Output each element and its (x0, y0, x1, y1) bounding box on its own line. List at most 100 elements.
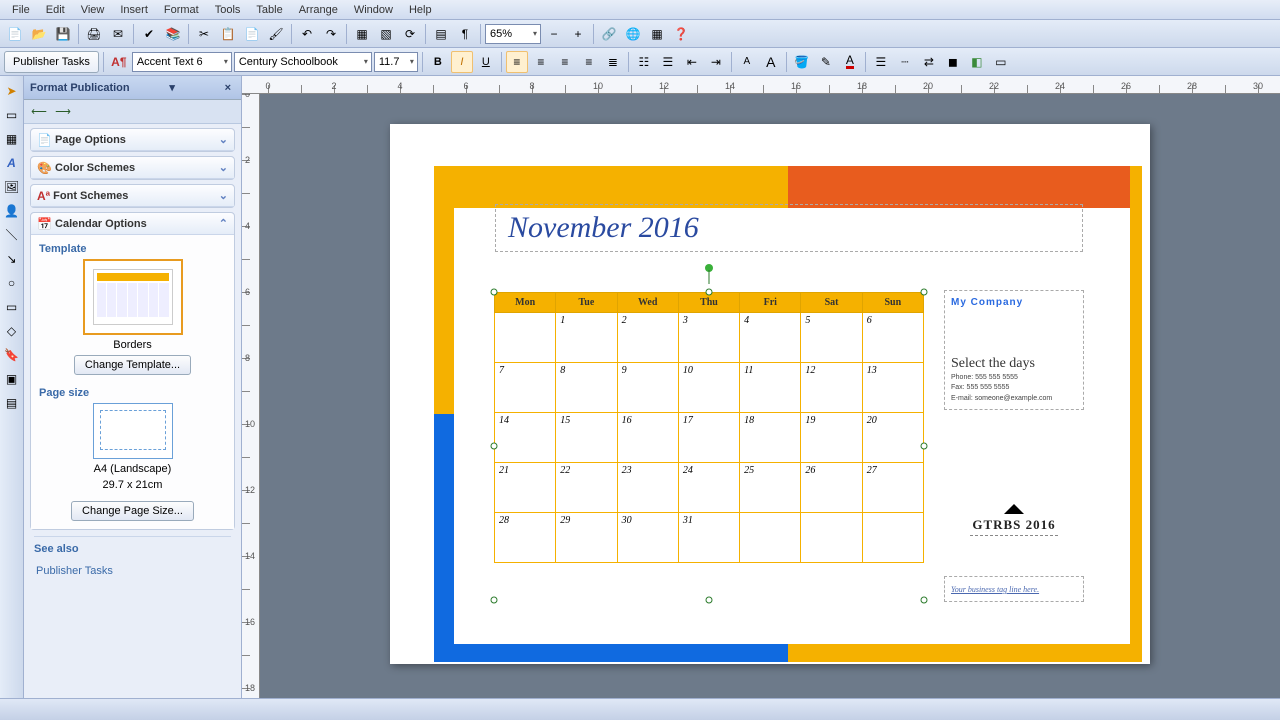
line-tool-icon[interactable]: ＼ (3, 226, 21, 244)
redo-icon[interactable]: ↷ (320, 23, 342, 45)
cut-icon[interactable]: ✂ (193, 23, 215, 45)
menu-window[interactable]: Window (346, 2, 401, 18)
fill-color-icon[interactable]: 🪣 (791, 51, 813, 73)
line-style-icon[interactable]: ☰ (870, 51, 892, 73)
menu-arrange[interactable]: Arrange (291, 2, 346, 18)
menu-tools[interactable]: Tools (207, 2, 249, 18)
bookmark-tool-icon[interactable]: 🔖 (3, 346, 21, 364)
textbox-tool-icon[interactable]: ▭ (3, 106, 21, 124)
calendar-cell[interactable] (862, 513, 923, 563)
calendar-cell[interactable]: 12 (801, 363, 862, 413)
bullets-icon[interactable]: ☰ (657, 51, 679, 73)
shadow-icon[interactable]: ◼ (942, 51, 964, 73)
calendar-cell[interactable]: 17 (678, 413, 739, 463)
increase-indent-icon[interactable]: ⇥ (705, 51, 727, 73)
textbox-icon[interactable]: ▭ (990, 51, 1012, 73)
menu-table[interactable]: Table (248, 2, 290, 18)
table-tool-icon[interactable]: ▦ (3, 130, 21, 148)
style-combo[interactable]: Accent Text 6 (132, 52, 232, 72)
copy-icon[interactable]: 📋 (217, 23, 239, 45)
nav-forward-icon[interactable]: ⟶ (54, 105, 72, 119)
calendar-cell[interactable]: 21 (495, 463, 556, 513)
item-library-icon[interactable]: ▤ (3, 394, 21, 412)
picture-tool-icon[interactable]: 🖼 (3, 178, 21, 196)
arrow-style-icon[interactable]: ⇄ (918, 51, 940, 73)
calendar-cell[interactable]: 5 (801, 313, 862, 363)
calendar-cell[interactable]: 31 (678, 513, 739, 563)
table-icon[interactable]: ▦ (646, 23, 668, 45)
page-size-thumbnail[interactable] (93, 403, 173, 459)
calendar-cell[interactable]: 15 (556, 413, 617, 463)
calendar-cell[interactable]: 20 (862, 413, 923, 463)
page-options-section[interactable]: 📄 Page Options⌄ (30, 128, 235, 152)
rectangle-tool-icon[interactable]: ▭ (3, 298, 21, 316)
calendar-cell[interactable]: 13 (862, 363, 923, 413)
menu-insert[interactable]: Insert (112, 2, 156, 18)
resize-handle[interactable] (921, 289, 928, 296)
template-thumbnail[interactable] (83, 259, 183, 335)
help-icon[interactable]: ❓ (670, 23, 692, 45)
calendar-cell[interactable] (801, 513, 862, 563)
align-center-icon[interactable]: ≡ (530, 51, 552, 73)
undo-icon[interactable]: ↶ (296, 23, 318, 45)
calendar-cell[interactable]: 23 (617, 463, 678, 513)
resize-handle[interactable] (491, 289, 498, 296)
change-template-button[interactable]: Change Template... (74, 355, 191, 375)
align-right-icon[interactable]: ≡ (554, 51, 576, 73)
special-chars-icon[interactable]: ¶ (454, 23, 476, 45)
page[interactable]: November 2016 (390, 124, 1150, 664)
resize-handle[interactable] (706, 289, 713, 296)
calendar-cell[interactable]: 16 (617, 413, 678, 463)
decrease-font-icon[interactable]: A (736, 51, 758, 73)
calendar-cell[interactable] (495, 313, 556, 363)
calendar-cell[interactable] (740, 513, 801, 563)
taskpane-close-icon[interactable]: × (221, 82, 235, 94)
bold-icon[interactable]: B (427, 51, 449, 73)
tagline-box[interactable]: Your business tag line here. (944, 576, 1084, 602)
calendar-cell[interactable]: 28 (495, 513, 556, 563)
resize-handle[interactable] (706, 597, 713, 604)
taskpane-dropdown-icon[interactable]: ▾ (169, 81, 175, 94)
design-gallery-icon[interactable]: ▣ (3, 370, 21, 388)
calendar-cell[interactable]: 24 (678, 463, 739, 513)
calendar-cell[interactable]: 26 (801, 463, 862, 513)
calendar-cell[interactable]: 9 (617, 363, 678, 413)
calendar-cell[interactable]: 4 (740, 313, 801, 363)
ruler-vertical[interactable]: 0246810121416182022 (242, 94, 260, 698)
new-icon[interactable]: 📄 (4, 23, 26, 45)
align-left-icon[interactable]: ≡ (506, 51, 528, 73)
publisher-tasks-link[interactable]: Publisher Tasks (24, 561, 241, 581)
clipart-tool-icon[interactable]: 👤 (3, 202, 21, 220)
calendar-cell[interactable]: 30 (617, 513, 678, 563)
nav-back-icon[interactable]: ⟵ (30, 105, 48, 119)
underline-icon[interactable]: U (475, 51, 497, 73)
company-info-box[interactable]: My Company Select the days Phone: 555 55… (944, 290, 1084, 410)
calendar-cell[interactable]: 18 (740, 413, 801, 463)
change-page-size-button[interactable]: Change Page Size... (71, 501, 194, 521)
calendar-cell[interactable]: 6 (862, 313, 923, 363)
open-icon[interactable]: 📂 (28, 23, 50, 45)
calendar-cell[interactable]: 2 (617, 313, 678, 363)
shapes-tool-icon[interactable]: ◇ (3, 322, 21, 340)
align-justify-icon[interactable]: ≡ (578, 51, 600, 73)
calendar-cell[interactable]: 1 (556, 313, 617, 363)
calendar-cell[interactable]: 27 (862, 463, 923, 513)
calendar-cell[interactable]: 29 (556, 513, 617, 563)
title-textbox[interactable]: November 2016 (495, 204, 1083, 252)
numbering-icon[interactable]: ☷ (633, 51, 655, 73)
columns-icon[interactable]: ▤ (430, 23, 452, 45)
resize-handle[interactable] (491, 443, 498, 450)
menu-help[interactable]: Help (401, 2, 440, 18)
calendar-cell[interactable]: 11 (740, 363, 801, 413)
dash-style-icon[interactable]: ┈ (894, 51, 916, 73)
hyperlink-icon[interactable]: 🔗 (598, 23, 620, 45)
publisher-tasks-button[interactable]: Publisher Tasks (4, 51, 99, 73)
menu-format[interactable]: Format (156, 2, 207, 18)
wordart-tool-icon[interactable]: A (3, 154, 21, 172)
resize-handle[interactable] (921, 443, 928, 450)
increase-font-icon[interactable]: A (760, 51, 782, 73)
research-icon[interactable]: 📚 (162, 23, 184, 45)
canvas-scroll[interactable]: November 2016 (260, 94, 1280, 698)
rotate-icon[interactable]: ⟳ (399, 23, 421, 45)
oval-tool-icon[interactable]: ○ (3, 274, 21, 292)
